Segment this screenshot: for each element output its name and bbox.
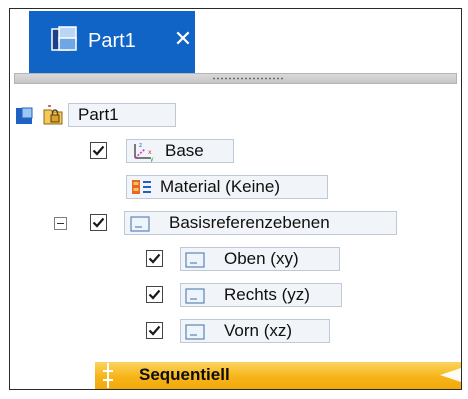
- tree-item-label: Part1: [78, 105, 119, 124]
- grip-icon: [212, 77, 284, 80]
- collapse-arrow-icon[interactable]: [437, 364, 461, 386]
- sequential-rollback-bar[interactable]: Sequentiell: [95, 362, 461, 389]
- checkmark-icon: [148, 253, 161, 264]
- vorn-checkbox[interactable]: [146, 322, 163, 339]
- tab-bar: Part1 ✕: [10, 9, 461, 73]
- pathfinder-panel: Part1 ✕ Part1 z x y Base Material (Keine…: [9, 8, 462, 390]
- tree-item-label: Base: [165, 141, 204, 160]
- tree-item-label: Vorn (xz): [224, 321, 293, 340]
- base-checkbox[interactable]: [90, 142, 107, 159]
- coordinate-system-icon: z x y: [134, 142, 154, 162]
- reference-plane-icon: [130, 216, 150, 232]
- tree-item-rechts[interactable]: Rechts (yz): [146, 283, 366, 309]
- svg-text:x: x: [148, 149, 152, 156]
- collapse-icon[interactable]: [54, 217, 67, 230]
- svg-text:z: z: [139, 142, 142, 149]
- tree-item-basisreferenzebenen[interactable]: Basisreferenzebenen: [54, 211, 414, 237]
- tree-item-vorn[interactable]: Vorn (xz): [146, 319, 366, 345]
- reference-plane-icon: [185, 324, 205, 340]
- tree-item-label: Rechts (yz): [224, 285, 310, 304]
- rechts-checkbox[interactable]: [146, 286, 163, 303]
- part-icon: [16, 107, 33, 124]
- part-document-icon: [51, 26, 77, 51]
- tree-item-label: Material (Keine): [160, 177, 280, 196]
- svg-text:y: y: [150, 156, 154, 162]
- basisreferenzebenen-checkbox[interactable]: [90, 214, 107, 231]
- lock-folder-icon: [43, 105, 63, 125]
- oben-checkbox[interactable]: [146, 250, 163, 267]
- panel-splitter[interactable]: [14, 73, 457, 84]
- drag-handle-icon[interactable]: [101, 362, 115, 389]
- checkmark-icon: [92, 145, 105, 156]
- sequential-label: Sequentiell: [139, 365, 230, 384]
- reference-plane-icon: [185, 252, 205, 268]
- tree-item-oben[interactable]: Oben (xy): [146, 247, 366, 273]
- tab-part1[interactable]: Part1 ✕: [29, 11, 195, 73]
- tree-item-material[interactable]: Material (Keine): [124, 175, 374, 201]
- tree-item-base[interactable]: z x y Base: [90, 139, 250, 165]
- material-icon: [132, 180, 151, 194]
- checkmark-icon: [92, 217, 105, 228]
- tree-item-label: Oben (xy): [224, 249, 299, 268]
- checkmark-icon: [148, 325, 161, 336]
- tree-item-part1[interactable]: Part1: [12, 103, 182, 129]
- close-icon[interactable]: ✕: [172, 26, 194, 52]
- tab-title: Part1: [88, 30, 136, 52]
- reference-plane-icon: [185, 288, 205, 304]
- checkmark-icon: [148, 289, 161, 300]
- tree-item-label: Basisreferenzebenen: [169, 213, 330, 232]
